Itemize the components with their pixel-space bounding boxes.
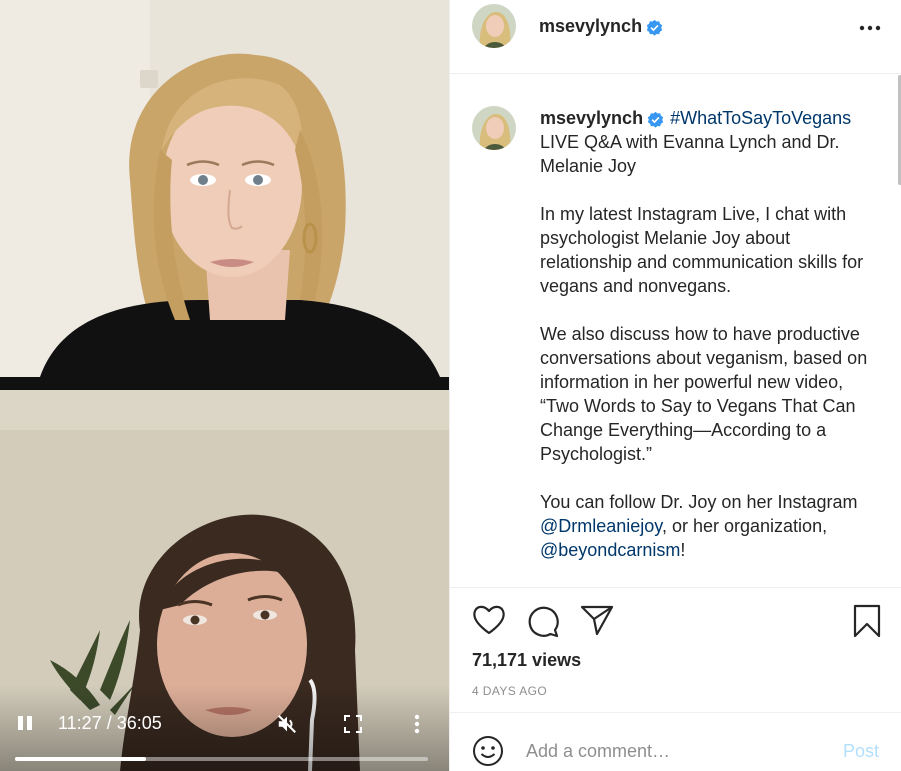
caption-paragraph-4: You can follow Dr. Joy on her Instagram … <box>540 490 870 562</box>
caption-paragraph-4-text-b: , or her organization, <box>661 516 828 536</box>
share-button[interactable] <box>580 604 614 636</box>
caption-paragraph-4-text-c: ! <box>680 540 686 560</box>
fullscreen-button[interactable] <box>343 714 363 734</box>
more-vertical-icon <box>414 714 420 734</box>
header-username-text[interactable]: msevylynch <box>539 16 642 36</box>
header-username[interactable]: msevylynch <box>539 16 663 37</box>
post-more-options-button[interactable] <box>858 18 882 38</box>
mention-link-beyondcarnism[interactable]: @beyondcarnism <box>540 540 680 560</box>
caption-area[interactable]: msevylynch #WhatToSayToVegans LIVE Q&A w… <box>450 75 901 587</box>
verified-badge-icon <box>647 111 664 128</box>
video-more-options-button[interactable] <box>408 713 426 735</box>
pause-icon-bar <box>27 716 32 730</box>
fullscreen-icon <box>344 715 362 733</box>
post-header: msevylynch <box>450 0 901 74</box>
emoji-smiley-icon <box>473 736 503 766</box>
video-progress-bar[interactable] <box>15 757 428 761</box>
like-button[interactable] <box>472 604 506 636</box>
video-time-display: 11:27 / 36:05 <box>58 713 162 733</box>
caption-text: msevylynch #WhatToSayToVegans LIVE Q&A w… <box>540 106 870 586</box>
caption-line-1: LIVE Q&A with Evanna Lynch and Dr. Melan… <box>540 132 840 176</box>
comment-input[interactable] <box>526 739 826 763</box>
participant-1-image <box>0 0 449 377</box>
caption-paragraph-2: In my latest Instagram Live, I chat with… <box>540 204 864 296</box>
verified-badge-icon <box>646 19 663 36</box>
post-actions: 71,171 views 4 DAYS AGO <box>450 587 901 712</box>
comment-button[interactable] <box>526 604 560 638</box>
avatar-image <box>472 4 516 48</box>
bookmark-icon <box>853 604 881 638</box>
pause-icon-bar <box>18 716 23 730</box>
comment-bar: Post <box>450 712 901 771</box>
volume-muted-icon <box>278 715 296 733</box>
view-count[interactable]: 71,171 views <box>472 650 581 671</box>
post-comment-button[interactable]: Post <box>843 741 879 762</box>
post-panel: msevylynch msevylynch #WhatToSayToVegans… <box>449 0 901 771</box>
video-feed-top <box>0 0 449 377</box>
mute-button[interactable] <box>276 713 298 735</box>
caption-avatar[interactable] <box>472 106 516 150</box>
caption-username[interactable]: msevylynch <box>540 108 664 128</box>
caption-paragraph-3: We also discuss how to have productive c… <box>540 324 868 464</box>
avatar-image <box>472 106 516 150</box>
avatar[interactable] <box>472 4 516 48</box>
save-button[interactable] <box>853 604 881 638</box>
heart-icon <box>473 605 505 635</box>
comment-bubble-icon <box>528 606 559 638</box>
video-player[interactable]: 11:27 / 36:05 <box>0 0 449 771</box>
video-progress-fill <box>15 757 146 761</box>
video-divider <box>0 377 449 390</box>
emoji-button[interactable] <box>472 735 504 767</box>
pause-button[interactable] <box>16 713 36 733</box>
more-horizontal-icon <box>859 25 881 31</box>
mention-link-drmleaniejoy[interactable]: @Drmleaniejoy <box>540 516 662 536</box>
caption-hashtag-link[interactable]: #WhatToSayToVegans <box>670 108 851 128</box>
caption-paragraph-4-text-a: You can follow Dr. Joy on her Instagram <box>540 492 858 512</box>
paper-plane-icon <box>580 605 614 636</box>
post-timestamp[interactable]: 4 DAYS AGO <box>472 684 547 698</box>
